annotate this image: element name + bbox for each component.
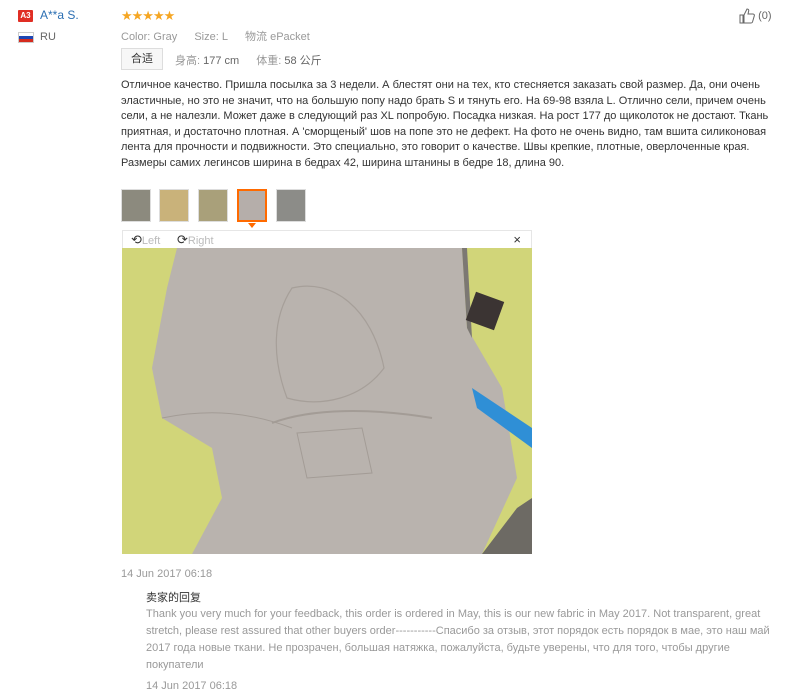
review-photo[interactable] — [122, 248, 532, 554]
reviewer-country: RU — [40, 31, 56, 43]
weight-value: 58 公斤 — [284, 55, 322, 67]
helpful-count: (0) — [758, 9, 772, 22]
photo-viewer-toolbar: ⟲Left ⟳Right × — [122, 230, 532, 248]
attr-shipping-label: 物流 — [245, 31, 268, 43]
weight-label: 体重: — [256, 55, 282, 67]
attr-color-value: Gray — [153, 31, 178, 43]
attr-shipping-value: ePacket — [270, 31, 310, 43]
review-date: 14 Jun 2017 06:18 — [121, 568, 213, 580]
seller-reply-title: 卖家的回复 — [146, 592, 201, 604]
rotate-left-label: Left — [141, 235, 161, 247]
photo-thumbnail[interactable] — [276, 189, 306, 222]
rotate-right-button[interactable]: ⟳Right — [177, 232, 214, 248]
attr-color-label: Color: — [121, 31, 151, 43]
reviewer-level-badge: A3 — [18, 10, 33, 22]
seller-reply-date: 14 Jun 2017 06:18 — [146, 680, 238, 692]
height-label: 身高: — [175, 55, 201, 67]
review-text: Отличное качество. Пришла посылка за 3 н… — [121, 79, 769, 169]
rotate-left-button[interactable]: ⟲Left — [131, 232, 160, 248]
star-rating: ★★★★★ — [121, 8, 175, 23]
body-measurements: 身高: 177 cm 体重: 58 公斤 — [175, 52, 336, 68]
thumbs-up-icon — [739, 8, 755, 24]
photo-thumbnail[interactable] — [159, 189, 189, 222]
photo-thumbnail-selected[interactable] — [237, 189, 267, 222]
helpful-button[interactable]: (0) — [739, 8, 772, 24]
rotate-right-icon: ⟳ — [177, 232, 188, 247]
rotate-right-label: Right — [187, 235, 214, 247]
rotate-left-icon: ⟲ — [131, 232, 142, 247]
height-value: 177 cm — [203, 55, 240, 67]
order-attributes: Color: Gray Size: L 物流 ePacket — [121, 28, 324, 44]
photo-thumbnail[interactable] — [121, 189, 151, 222]
selected-caret-icon — [248, 223, 256, 228]
photo-thumbnail[interactable] — [198, 189, 228, 222]
fit-badge: 合适 — [121, 48, 163, 70]
close-icon[interactable]: × — [513, 232, 521, 247]
reviewer-name: A**a S. — [40, 8, 79, 22]
attr-size-label: Size: — [194, 31, 219, 43]
russia-flag-icon — [18, 32, 34, 43]
seller-reply-text: Thank you very much for your feedback, t… — [146, 608, 770, 671]
attr-size-value: L — [221, 31, 228, 43]
